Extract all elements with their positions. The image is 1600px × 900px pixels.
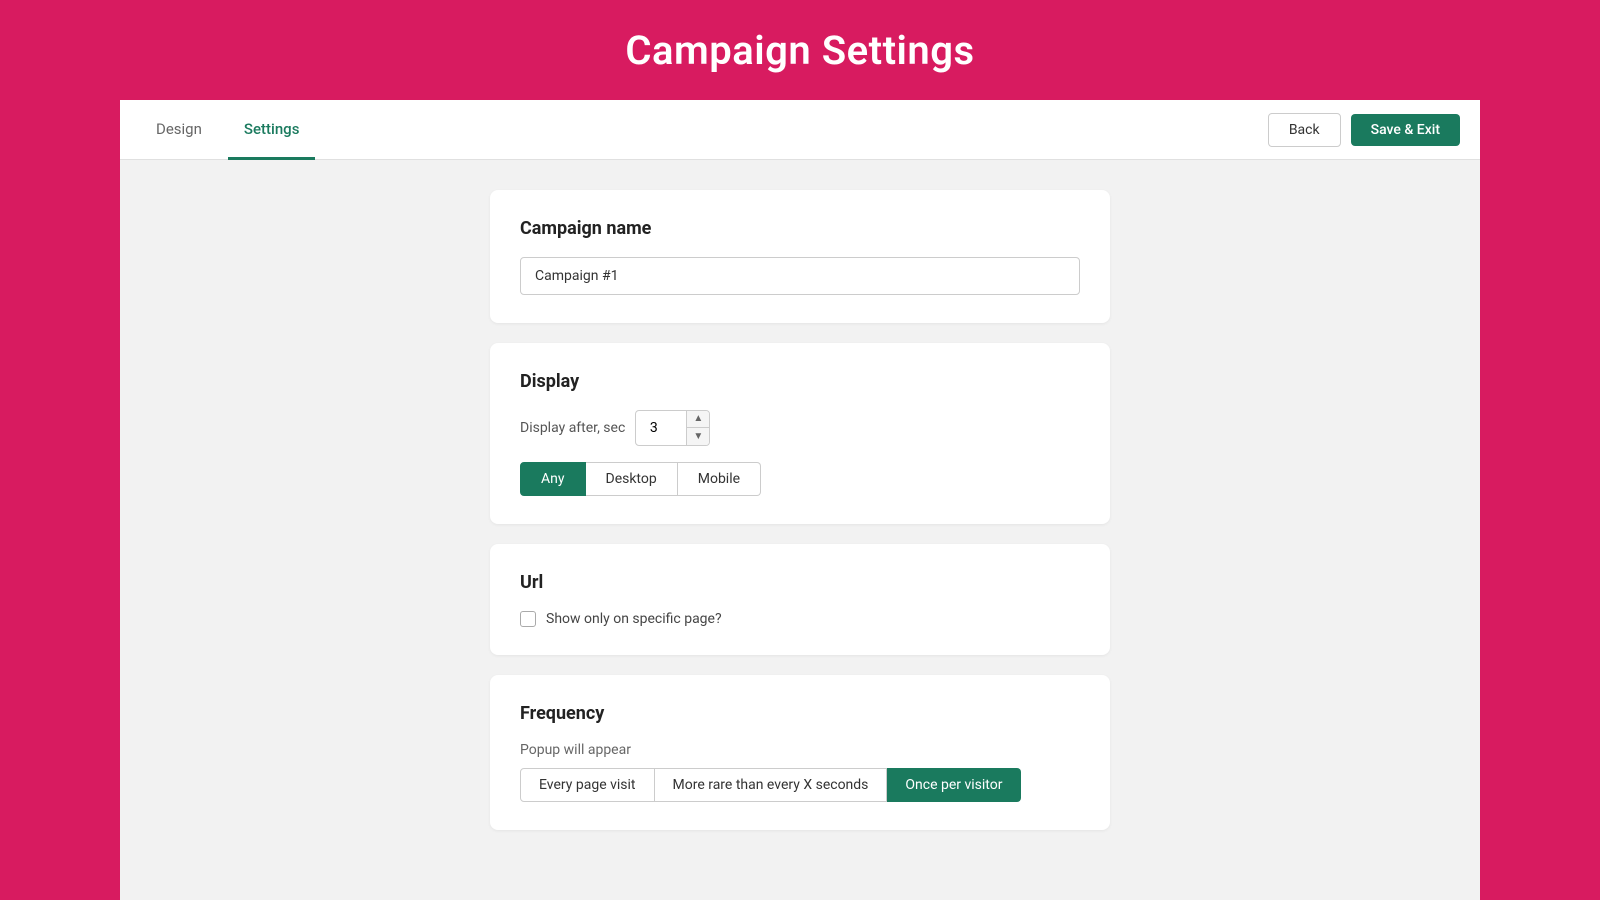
url-title: Url [520, 572, 1080, 593]
spinner-buttons: ▲ ▼ [686, 411, 709, 445]
campaign-name-card: Campaign name [490, 190, 1110, 323]
campaign-name-title: Campaign name [520, 218, 1080, 239]
save-exit-button[interactable]: Save & Exit [1351, 114, 1460, 146]
url-card: Url Show only on specific page? [490, 544, 1110, 655]
display-after-spinner: ▲ ▼ [635, 410, 710, 446]
device-any-button[interactable]: Any [520, 462, 586, 496]
frequency-card: Frequency Popup will appear Every page v… [490, 675, 1110, 830]
display-after-input[interactable] [636, 414, 686, 442]
tab-design[interactable]: Design [140, 101, 218, 160]
tab-actions: Back Save & Exit [1268, 113, 1460, 147]
content-area: Campaign name Display Display after, sec… [120, 160, 1480, 900]
display-after-row: Display after, sec ▲ ▼ [520, 410, 1080, 446]
device-desktop-button[interactable]: Desktop [586, 462, 678, 496]
display-card: Display Display after, sec ▲ ▼ Any Deskt… [490, 343, 1110, 524]
back-button[interactable]: Back [1268, 113, 1341, 147]
display-after-label: Display after, sec [520, 420, 625, 436]
specific-page-label: Show only on specific page? [546, 611, 722, 627]
specific-page-checkbox[interactable] [520, 611, 536, 627]
frequency-buttons: Every page visit More rare than every X … [520, 768, 1080, 802]
frequency-title: Frequency [520, 703, 1080, 724]
tab-settings[interactable]: Settings [228, 101, 316, 160]
tab-bar: Design Settings Back Save & Exit [120, 100, 1480, 160]
device-mobile-button[interactable]: Mobile [678, 462, 761, 496]
freq-more-rare-button[interactable]: More rare than every X seconds [655, 768, 888, 802]
campaign-name-input[interactable] [520, 257, 1080, 295]
page-header: Campaign Settings [0, 0, 1600, 100]
freq-every-page-button[interactable]: Every page visit [520, 768, 655, 802]
spinner-up-button[interactable]: ▲ [687, 411, 709, 428]
spinner-down-button[interactable]: ▼ [687, 428, 709, 445]
url-checkbox-row: Show only on specific page? [520, 611, 1080, 627]
device-buttons: Any Desktop Mobile [520, 462, 1080, 496]
page-title: Campaign Settings [625, 27, 974, 74]
display-title: Display [520, 371, 1080, 392]
freq-once-per-visitor-button[interactable]: Once per visitor [887, 768, 1021, 802]
frequency-sublabel: Popup will appear [520, 742, 1080, 758]
tabs: Design Settings [140, 100, 315, 159]
main-container: Design Settings Back Save & Exit Campaig… [120, 100, 1480, 900]
